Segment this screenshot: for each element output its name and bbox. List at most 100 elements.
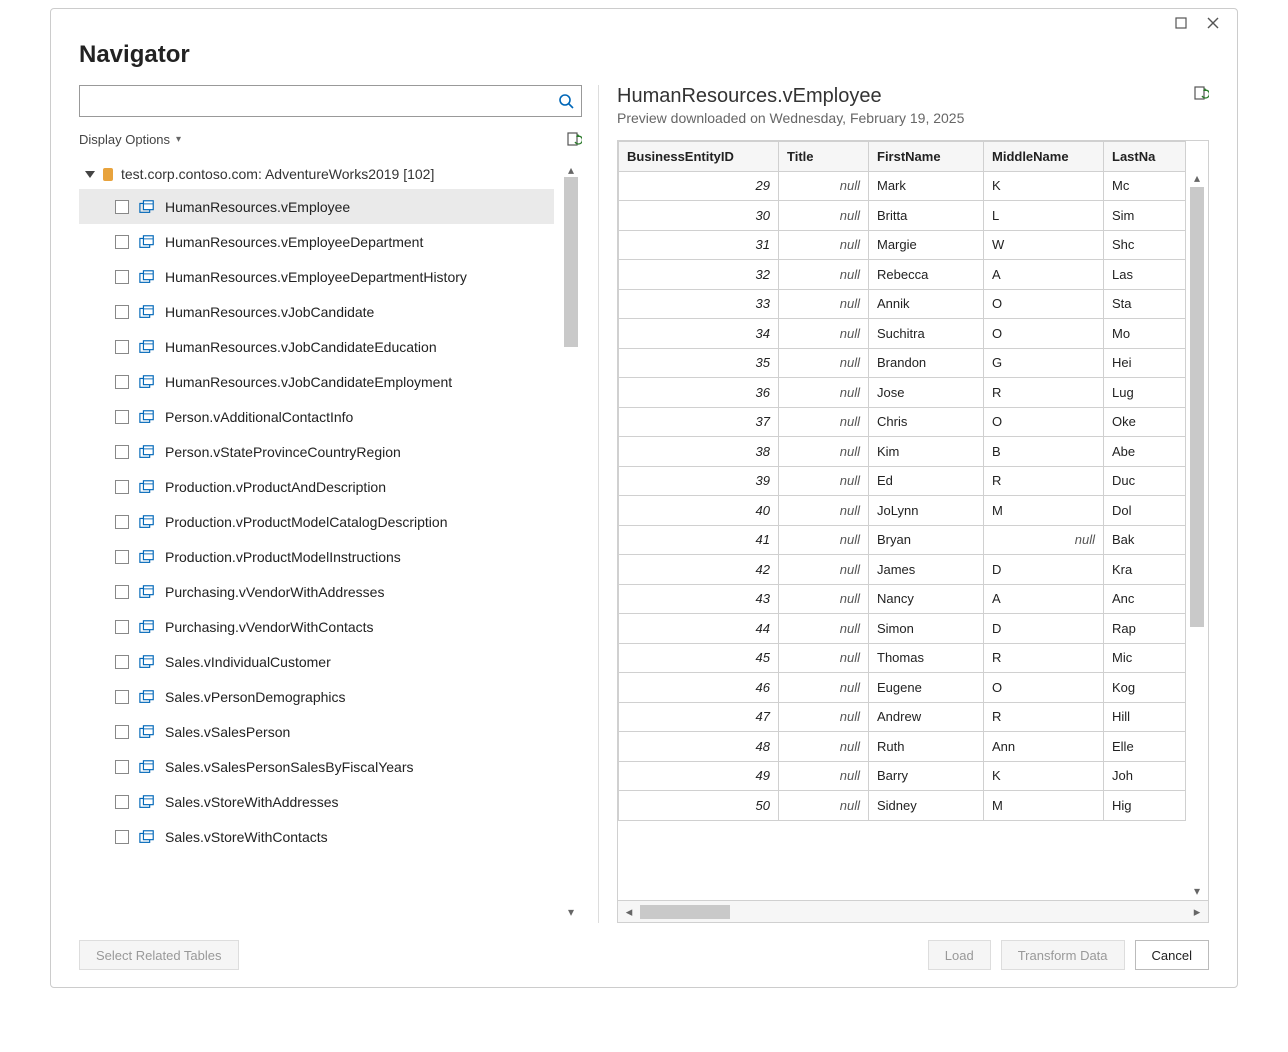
table-row[interactable]: 50nullSidneyMHig <box>619 791 1186 821</box>
table-row[interactable]: 48nullRuthAnnElle <box>619 732 1186 762</box>
object-tree[interactable]: test.corp.contoso.com: AdventureWorks201… <box>79 159 582 923</box>
scroll-thumb[interactable] <box>1190 187 1204 627</box>
table-row[interactable]: 41nullBryannullBak <box>619 525 1186 555</box>
checkbox[interactable] <box>115 725 129 739</box>
table-row[interactable]: 32nullRebeccaALas <box>619 260 1186 290</box>
tree-view-item[interactable]: Purchasing.vVendorWithAddresses <box>79 574 554 609</box>
scroll-left-icon[interactable]: ◂ <box>618 904 640 920</box>
cell-title: null <box>779 171 869 201</box>
checkbox[interactable] <box>115 655 129 669</box>
cell-title: null <box>779 525 869 555</box>
search-icon[interactable] <box>551 93 581 109</box>
table-row[interactable]: 42nullJamesDKra <box>619 555 1186 585</box>
table-row[interactable]: 47nullAndrewRHill <box>619 702 1186 732</box>
checkbox[interactable] <box>115 515 129 529</box>
checkbox[interactable] <box>115 445 129 459</box>
cancel-button[interactable]: Cancel <box>1135 940 1209 970</box>
checkbox[interactable] <box>115 550 129 564</box>
tree-view-item[interactable]: Production.vProductAndDescription <box>79 469 554 504</box>
display-options-dropdown[interactable]: Display Options ▾ <box>79 132 181 147</box>
checkbox[interactable] <box>115 375 129 389</box>
table-row[interactable]: 44nullSimonDRap <box>619 614 1186 644</box>
maximize-icon[interactable] <box>1165 11 1197 35</box>
column-header[interactable]: MiddleName <box>984 142 1104 172</box>
tree-view-item[interactable]: Sales.vSalesPersonSalesByFiscalYears <box>79 749 554 784</box>
transform-data-button[interactable]: Transform Data <box>1001 940 1125 970</box>
table-row[interactable]: 36nullJoseRLug <box>619 378 1186 408</box>
tree-view-item[interactable]: HumanResources.vEmployee <box>79 189 554 224</box>
checkbox[interactable] <box>115 760 129 774</box>
table-row[interactable]: 38nullKimBAbe <box>619 437 1186 467</box>
table-row[interactable]: 49nullBarryKJoh <box>619 761 1186 791</box>
refresh-tree-icon[interactable] <box>566 131 582 147</box>
scroll-right-icon[interactable]: ▸ <box>1186 904 1208 920</box>
close-icon[interactable] <box>1197 11 1229 35</box>
tree-view-item[interactable]: Sales.vStoreWithAddresses <box>79 784 554 819</box>
scroll-down-icon[interactable]: ▾ <box>568 905 574 919</box>
expand-collapse-icon[interactable] <box>85 171 95 178</box>
tree-view-item[interactable]: HumanResources.vJobCandidate <box>79 294 554 329</box>
tree-view-item[interactable]: HumanResources.vJobCandidateEducation <box>79 329 554 364</box>
checkbox[interactable] <box>115 410 129 424</box>
scroll-thumb[interactable] <box>564 177 578 347</box>
tree-view-item[interactable]: Person.vStateProvinceCountryRegion <box>79 434 554 469</box>
checkbox[interactable] <box>115 690 129 704</box>
table-row[interactable]: 39nullEdRDuc <box>619 466 1186 496</box>
table-row[interactable]: 33nullAnnikOSta <box>619 289 1186 319</box>
table-row[interactable]: 34nullSuchitraOMo <box>619 319 1186 349</box>
checkbox[interactable] <box>115 480 129 494</box>
checkbox[interactable] <box>115 795 129 809</box>
table-row[interactable]: 37nullChrisOOke <box>619 407 1186 437</box>
checkbox[interactable] <box>115 830 129 844</box>
search-box[interactable] <box>79 85 582 117</box>
tree-view-item[interactable]: Sales.vIndividualCustomer <box>79 644 554 679</box>
column-header[interactable]: FirstName <box>869 142 984 172</box>
table-row[interactable]: 31nullMargieWShc <box>619 230 1186 260</box>
table-row[interactable]: 40nullJoLynnMDol <box>619 496 1186 526</box>
column-header[interactable]: Title <box>779 142 869 172</box>
tree-view-item[interactable]: HumanResources.vEmployeeDepartmentHistor… <box>79 259 554 294</box>
checkbox[interactable] <box>115 235 129 249</box>
scroll-up-icon[interactable]: ▴ <box>1194 169 1200 187</box>
database-node[interactable]: test.corp.contoso.com: AdventureWorks201… <box>79 159 554 189</box>
table-row[interactable]: 45nullThomasRMic <box>619 643 1186 673</box>
column-header[interactable]: LastNa <box>1104 142 1186 172</box>
search-input[interactable] <box>80 86 551 116</box>
left-pane: Display Options ▾ test.corp.contoso.com:… <box>79 85 599 923</box>
checkbox[interactable] <box>115 340 129 354</box>
tree-view-item[interactable]: Person.vAdditionalContactInfo <box>79 399 554 434</box>
checkbox[interactable] <box>115 585 129 599</box>
checkbox[interactable] <box>115 200 129 214</box>
table-row[interactable]: 43nullNancyAAnc <box>619 584 1186 614</box>
column-header[interactable]: BusinessEntityID <box>619 142 779 172</box>
table-row[interactable]: 46nullEugeneOKog <box>619 673 1186 703</box>
table-row[interactable]: 35nullBrandonGHei <box>619 348 1186 378</box>
grid-vertical-scrollbar[interactable]: ▴ ▾ <box>1186 169 1208 900</box>
table-row[interactable]: 29nullMarkKMc <box>619 171 1186 201</box>
preview-grid[interactable]: BusinessEntityIDTitleFirstNameMiddleName… <box>617 140 1209 901</box>
scroll-up-icon[interactable]: ▴ <box>568 163 574 177</box>
tree-view-item[interactable]: Production.vProductModelInstructions <box>79 539 554 574</box>
tree-view-item[interactable]: Sales.vSalesPerson <box>79 714 554 749</box>
grid-horizontal-scrollbar[interactable]: ◂ ▸ <box>617 901 1209 923</box>
scroll-thumb[interactable] <box>640 905 730 919</box>
checkbox[interactable] <box>115 620 129 634</box>
tree-view-item[interactable]: HumanResources.vJobCandidateEmployment <box>79 364 554 399</box>
tree-view-item[interactable]: HumanResources.vEmployeeDepartment <box>79 224 554 259</box>
load-button[interactable]: Load <box>928 940 991 970</box>
tree-item-label: Sales.vPersonDemographics <box>165 689 346 705</box>
select-related-tables-button[interactable]: Select Related Tables <box>79 940 239 970</box>
cell-lastname: Las <box>1104 260 1186 290</box>
tree-view-item[interactable]: Purchasing.vVendorWithContacts <box>79 609 554 644</box>
checkbox[interactable] <box>115 305 129 319</box>
table-row[interactable]: 30nullBrittaLSim <box>619 201 1186 231</box>
scroll-down-icon[interactable]: ▾ <box>1194 882 1200 900</box>
tree-view-item[interactable]: Sales.vStoreWithContacts <box>79 819 554 854</box>
cell-firstname: Suchitra <box>869 319 984 349</box>
cell-firstname: Eugene <box>869 673 984 703</box>
tree-scrollbar[interactable]: ▴ ▾ <box>560 159 582 923</box>
checkbox[interactable] <box>115 270 129 284</box>
tree-view-item[interactable]: Production.vProductModelCatalogDescripti… <box>79 504 554 539</box>
refresh-preview-icon[interactable] <box>1193 85 1209 101</box>
tree-view-item[interactable]: Sales.vPersonDemographics <box>79 679 554 714</box>
